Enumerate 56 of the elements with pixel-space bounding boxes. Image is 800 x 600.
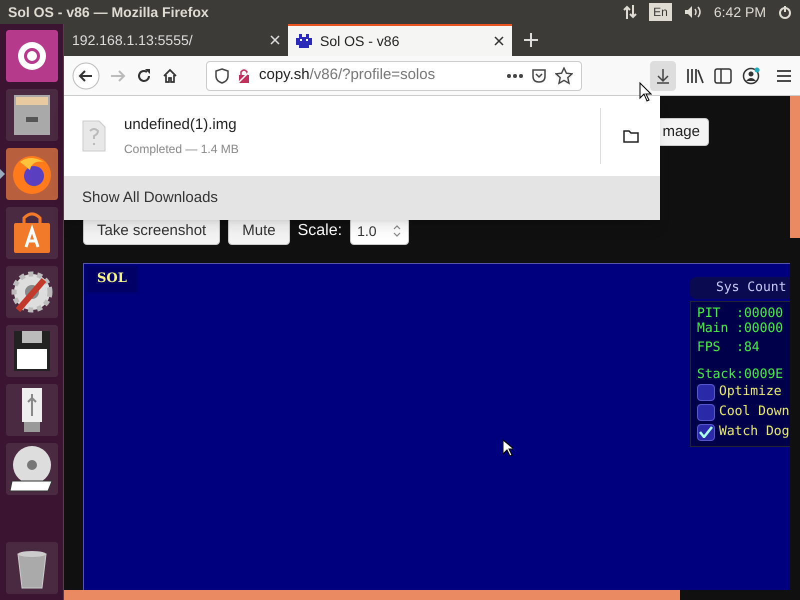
unknown-file-icon [82,120,106,152]
mouse-pointer-icon [502,439,513,457]
checkbox-label: Cool Down [719,403,790,422]
home-icon[interactable] [162,68,178,84]
emulator-tab[interactable]: SOL [86,266,138,292]
usb-drive-icon[interactable] [6,384,58,436]
ubuntu-logo-icon[interactable] [6,30,58,82]
downloads-button[interactable] [650,60,676,90]
address-bar[interactable]: copy.sh/v86/?profile=solos [206,60,582,90]
sidebar-icon[interactable] [714,68,732,84]
more-icon[interactable] [507,74,523,78]
shopping-bag-icon[interactable] [6,207,58,259]
folder-icon [622,129,638,143]
counter-reading: PIT :00000 [697,306,784,321]
scale-label: Scale: [298,221,342,241]
counter-reading: Stack:0009E [697,367,784,382]
library-icon[interactable] [686,68,704,84]
spinner-arrows-icon [392,225,402,237]
checkbox-label: Watch Dog [719,423,790,442]
reload-icon[interactable] [136,68,152,84]
pocket-icon[interactable] [531,68,547,84]
tab-title: 192.168.1.13:5555/ [72,30,194,50]
checkbox-label: Optimize [719,383,782,402]
insecure-lock-icon [237,68,251,84]
show-all-downloads-button[interactable]: Show All Downloads [64,176,660,220]
power-icon[interactable] [778,5,792,19]
shield-icon [215,68,229,84]
gear-wrench-icon[interactable] [6,266,58,318]
download-status: Completed — 1.4 MB [124,141,240,158]
menu-icon[interactable] [776,68,792,82]
file-cabinet-icon[interactable] [6,89,58,141]
browser-tab[interactable]: Sol OS - v86 [288,24,512,56]
account-icon[interactable] [742,66,760,84]
star-icon[interactable] [555,66,573,84]
download-arrow-icon [656,68,670,84]
keyboard-indicator[interactable]: En [649,3,672,21]
file-name: undefined(1).img [124,114,238,135]
checkbox[interactable] [697,384,715,400]
tab-title: Sol OS - v86 [320,32,400,50]
trash-can-icon[interactable] [6,542,58,594]
counter-reading: FPS :84 [697,340,761,355]
clock[interactable]: 6:42 PM [714,2,766,22]
firefox-icon[interactable] [6,148,58,200]
invader-favicon-icon [296,34,312,48]
new-tab-icon[interactable] [524,33,538,47]
counter-reading: Main :00000 [697,321,784,336]
window-title-bar: Sys Count [690,277,790,299]
close-icon[interactable] [494,36,504,46]
url-text: copy.sh/v86/?profile=solos [259,65,436,86]
checkmark-icon [699,426,713,438]
transfer-arrows-icon [623,4,638,20]
window-title: Sol OS - v86 — Mozilla Firefox [8,2,210,22]
checkbox[interactable] [697,424,715,440]
volume-icon[interactable] [684,5,702,19]
back-icon[interactable] [72,62,100,90]
checkbox[interactable] [697,404,715,420]
